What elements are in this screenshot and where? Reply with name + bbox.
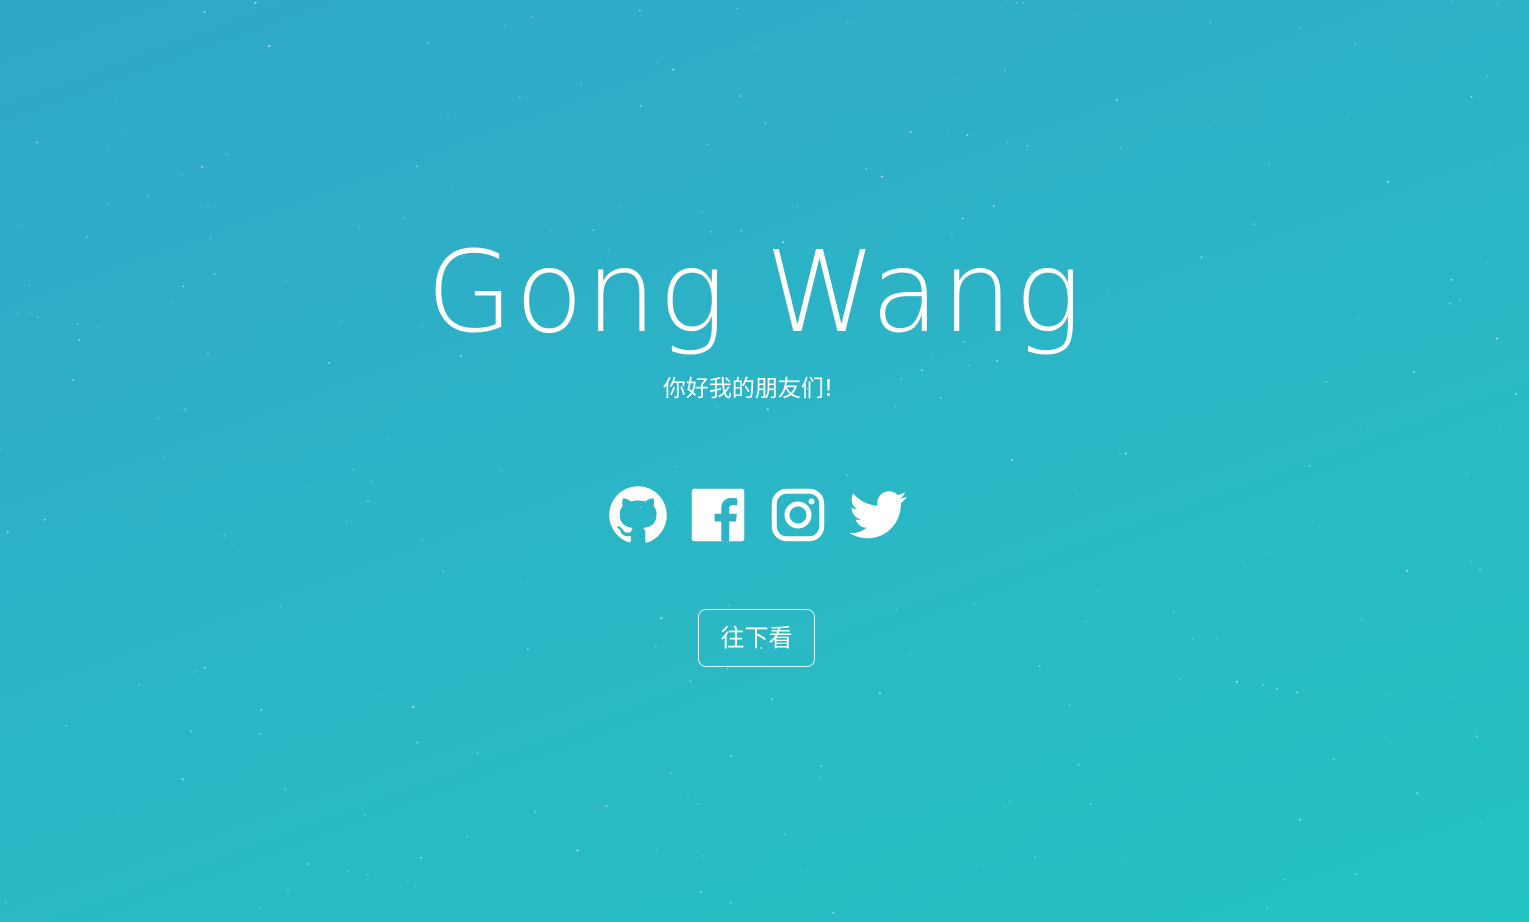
- social-links: [608, 485, 908, 545]
- page-subtitle: 你好我的朋友们!: [662, 376, 834, 402]
- hero-section: Gong Wang 你好我的朋友们! 往下看: [0, 0, 1529, 922]
- instagram-link[interactable]: [768, 485, 828, 545]
- github-icon: [609, 486, 667, 543]
- twitter-link[interactable]: [848, 485, 908, 545]
- facebook-icon: [691, 488, 745, 542]
- github-link[interactable]: [608, 485, 668, 545]
- twitter-icon: [849, 491, 907, 539]
- scroll-down-button[interactable]: 往下看: [698, 609, 815, 667]
- instagram-icon: [771, 488, 825, 542]
- page-title: Gong Wang: [426, 228, 1084, 358]
- facebook-link[interactable]: [688, 485, 748, 545]
